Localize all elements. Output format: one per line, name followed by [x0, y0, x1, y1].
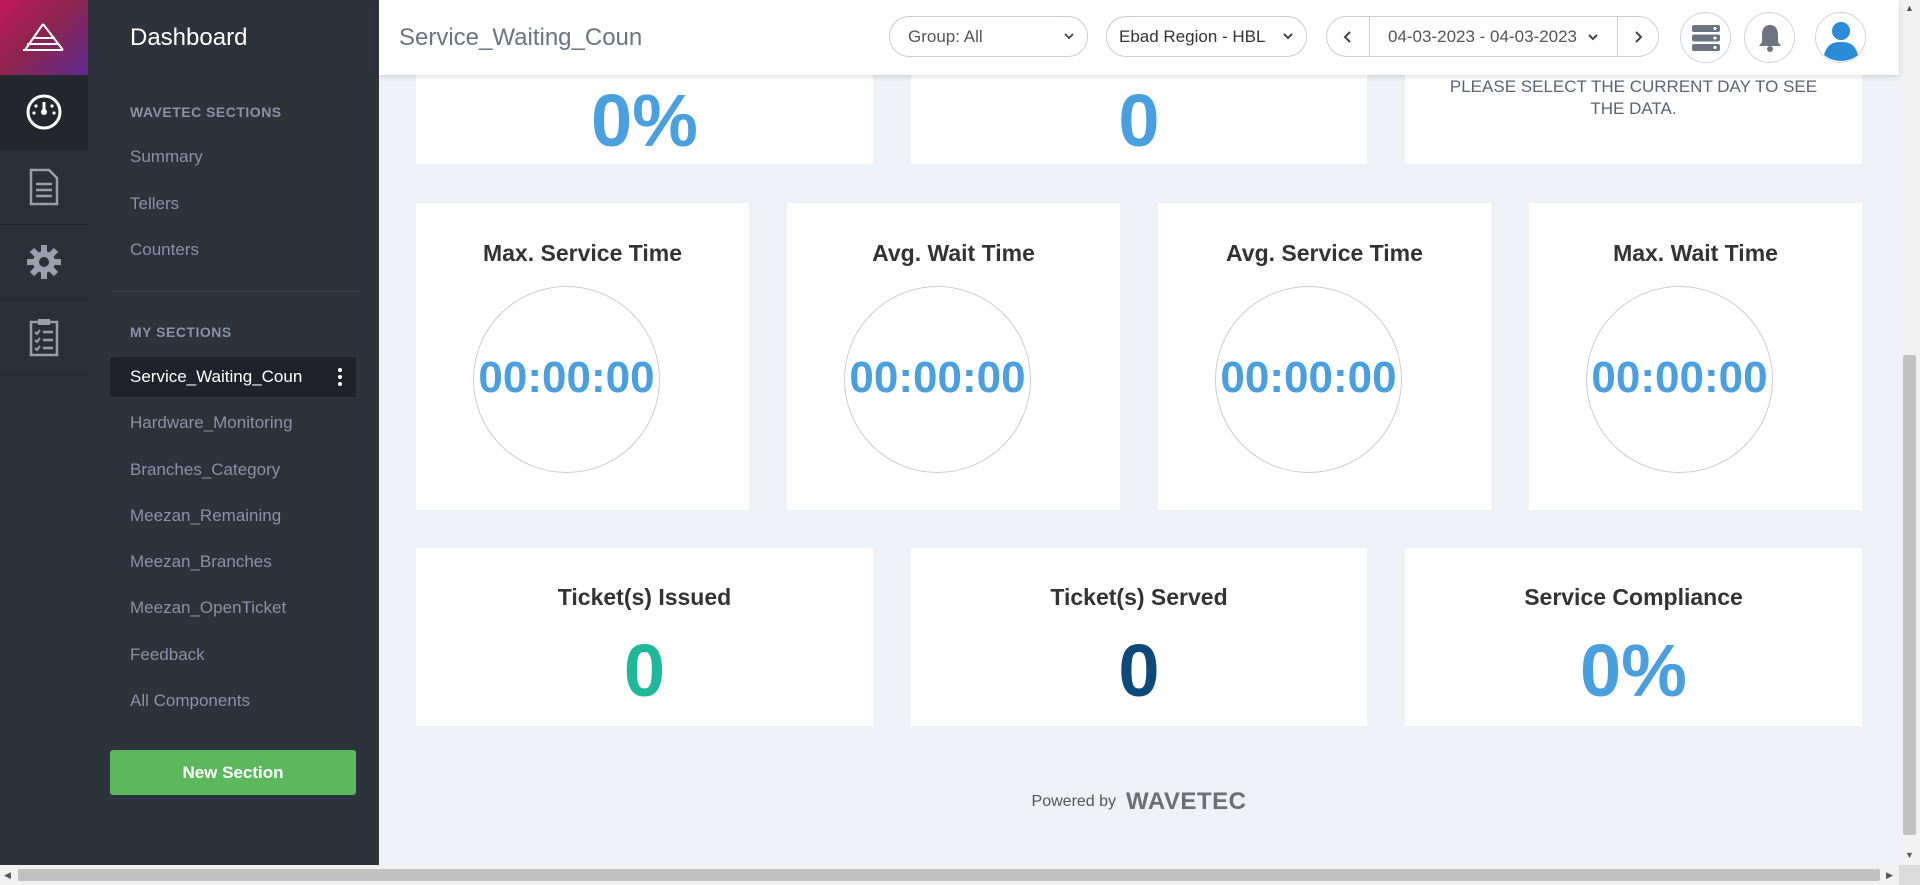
card-title: Service Compliance: [1524, 584, 1743, 610]
sidebar-item-active[interactable]: Service_Waiting_Coun: [110, 357, 356, 397]
notifications-button[interactable]: [1744, 12, 1795, 63]
icon-rail: [0, 0, 88, 865]
sidebar-item-service-waiting-coun[interactable]: Service_Waiting_Coun: [130, 367, 302, 387]
top-bar: Service_Waiting_Coun Group: All Ebad Reg…: [379, 0, 1899, 75]
card-title: Max. Wait Time: [1613, 240, 1778, 266]
scroll-up-arrow-icon[interactable]: ▲: [1905, 3, 1914, 13]
select-day-notice: PLEASE SELECT THE CURRENT DAY TO SEE THE…: [1449, 77, 1818, 118]
more-options-icon[interactable]: [338, 368, 342, 389]
server-icon: [1691, 24, 1720, 51]
region-select[interactable]: Ebad Region - HBL: [1106, 16, 1307, 57]
count-card-top: 0: [911, 60, 1367, 164]
timer-circle: 00:00:00: [1215, 286, 1402, 473]
sidebar-item-summary[interactable]: Summary: [130, 147, 203, 167]
service-compliance-value: 0%: [1580, 629, 1687, 712]
clipboard-checklist-icon[interactable]: [0, 300, 88, 375]
group-select-value: Group: All: [908, 26, 983, 46]
horizontal-scroll-thumb[interactable]: [18, 869, 1880, 881]
sidebar-item-meezan-branches[interactable]: Meezan_Branches: [130, 552, 272, 572]
sidebar-item-branches-category[interactable]: Branches_Category: [130, 460, 280, 480]
document-icon[interactable]: [0, 150, 88, 225]
page-title: Service_Waiting_Coun: [399, 24, 643, 51]
wavetec-sections-heading: WAVETEC SECTIONS: [130, 104, 282, 120]
timer-circle: 00:00:00: [1586, 286, 1773, 473]
user-avatar-button[interactable]: [1815, 12, 1866, 63]
card-title: Ticket(s) Served: [1050, 584, 1228, 610]
section-sidebar: Dashboard WAVETEC SECTIONS Summary Telle…: [88, 0, 379, 865]
top-count-value: 0: [1118, 79, 1160, 162]
sidebar-item-meezan-openticket[interactable]: Meezan_OpenTicket: [130, 598, 286, 618]
powered-by-label: Powered by: [1031, 793, 1117, 810]
date-range-select[interactable]: 04-03-2023 - 04-03-2023: [1370, 17, 1617, 56]
chevron-right-icon: [1635, 30, 1643, 43]
sidebar-divider: [110, 291, 360, 292]
tickets-served-value: 0: [1118, 629, 1160, 712]
sidebar-item-meezan-remaining[interactable]: Meezan_Remaining: [130, 506, 281, 526]
chevron-down-icon: [1283, 33, 1293, 40]
card-title: Ticket(s) Issued: [557, 584, 732, 610]
max-service-time-card: Max. Service Time 00:00:00: [416, 203, 749, 510]
sidebar-title: Dashboard: [130, 24, 248, 51]
server-status-button[interactable]: [1680, 12, 1731, 63]
group-select[interactable]: Group: All: [889, 16, 1088, 57]
scroll-down-arrow-icon[interactable]: ▼: [1905, 850, 1914, 860]
chevron-down-icon: [1064, 33, 1074, 40]
sidebar-item-hardware-monitoring[interactable]: Hardware_Monitoring: [130, 413, 293, 433]
vertical-scrollbar[interactable]: ▲ ▼: [1899, 0, 1920, 865]
compliance-card-top: 0%: [416, 60, 873, 164]
card-title: Avg. Wait Time: [872, 240, 1035, 266]
timer-value: 00:00:00: [1591, 353, 1768, 402]
wavetec-brand-logo[interactable]: WAVETEC: [1126, 788, 1246, 816]
service-compliance-card: Service Compliance 0%: [1405, 548, 1862, 726]
sidebar-item-tellers[interactable]: Tellers: [130, 194, 179, 214]
wavetec-logo-icon[interactable]: [0, 0, 88, 75]
horizontal-scrollbar[interactable]: ◀ ▶: [0, 865, 1899, 885]
my-sections-heading: MY SECTIONS: [130, 324, 232, 340]
max-wait-time-card: Max. Wait Time 00:00:00: [1529, 203, 1862, 510]
dashboard-gauge-icon[interactable]: [0, 75, 88, 150]
sidebar-item-all-components[interactable]: All Components: [130, 691, 250, 711]
avg-wait-time-card: Avg. Wait Time 00:00:00: [787, 203, 1120, 510]
timer-circle: 00:00:00: [844, 286, 1031, 473]
chevron-down-icon: [1588, 33, 1598, 40]
next-date-button[interactable]: [1618, 17, 1658, 56]
scroll-left-arrow-icon[interactable]: ◀: [4, 870, 11, 881]
vertical-scroll-thumb[interactable]: [1903, 355, 1916, 835]
tickets-served-card: Ticket(s) Served 0: [911, 548, 1367, 726]
user-avatar-icon: [1817, 14, 1864, 61]
timer-value: 00:00:00: [478, 353, 655, 402]
new-section-button[interactable]: New Section: [110, 750, 356, 795]
card-title: Avg. Service Time: [1226, 240, 1423, 266]
chevron-left-icon: [1343, 30, 1351, 43]
notice-card-top: PLEASE SELECT THE CURRENT DAY TO SEE THE…: [1405, 60, 1862, 164]
sidebar-item-counters[interactable]: Counters: [130, 240, 199, 260]
prev-date-button[interactable]: [1327, 17, 1369, 56]
main-content: 0% 0 PLEASE SELECT THE CURRENT DAY TO SE…: [379, 0, 1899, 865]
scroll-right-arrow-icon[interactable]: ▶: [1886, 870, 1893, 881]
timer-value: 00:00:00: [1220, 353, 1397, 402]
bell-icon: [1758, 24, 1781, 52]
timer-circle: 00:00:00: [473, 286, 660, 473]
footer: Powered by WAVETEC: [379, 788, 1899, 816]
tickets-issued-card: Ticket(s) Issued 0: [416, 548, 873, 726]
avg-service-time-card: Avg. Service Time 00:00:00: [1158, 203, 1491, 510]
top-percent-value: 0%: [591, 79, 698, 162]
gear-icon[interactable]: [0, 225, 88, 300]
sidebar-item-feedback[interactable]: Feedback: [130, 645, 205, 665]
date-range-picker: 04-03-2023 - 04-03-2023: [1326, 16, 1659, 57]
scrollbar-corner: [1899, 865, 1920, 885]
region-select-value: Ebad Region - HBL: [1119, 26, 1266, 46]
card-title: Max. Service Time: [482, 240, 683, 266]
tickets-issued-value: 0: [623, 629, 666, 712]
timer-value: 00:00:00: [849, 353, 1026, 402]
date-range-value: 04-03-2023 - 04-03-2023: [1387, 26, 1578, 46]
